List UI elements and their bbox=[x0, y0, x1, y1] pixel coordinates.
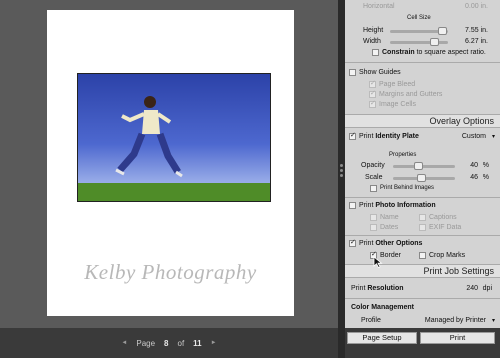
image-cells-label: Image Cells bbox=[379, 101, 416, 108]
of-label: of bbox=[177, 338, 185, 348]
print-other-bold-text: Other Options bbox=[375, 240, 423, 247]
name-label: Name bbox=[380, 214, 399, 221]
print-button[interactable]: Print bbox=[420, 332, 495, 344]
page-navigator: ◄ Page 8 of 11 ► bbox=[0, 328, 338, 358]
width-value[interactable]: 6.27 in. bbox=[465, 38, 488, 45]
dates-label: Dates bbox=[380, 224, 399, 231]
separator bbox=[345, 62, 500, 63]
opacity-label: Opacity bbox=[361, 162, 385, 169]
separator bbox=[345, 235, 500, 236]
constrain-label: Constrain to square aspect ratio. bbox=[382, 49, 486, 56]
print-identity-plate-label: Print Identity Plate bbox=[359, 133, 419, 140]
print-resolution-plain-text: Print bbox=[351, 285, 368, 292]
captions-checkbox[interactable] bbox=[419, 214, 426, 221]
crop-marks-label: Crop Marks bbox=[429, 252, 466, 259]
horizontal-label: Horizontal bbox=[363, 3, 395, 10]
margins-gutters-checkbox[interactable] bbox=[369, 89, 376, 98]
print-page: Kelby Photography bbox=[47, 10, 294, 316]
scale-value[interactable]: 46 bbox=[470, 174, 478, 181]
width-label: Width bbox=[363, 38, 381, 45]
scale-unit: % bbox=[482, 174, 489, 181]
grip-dot-icon bbox=[340, 174, 343, 177]
show-guides-label: Show Guides bbox=[359, 69, 401, 76]
height-label: Height bbox=[363, 27, 384, 34]
chevron-down-icon[interactable]: ▾ bbox=[492, 317, 495, 324]
height-slider[interactable] bbox=[390, 27, 448, 35]
scale-label: Scale bbox=[365, 174, 383, 181]
name-checkbox[interactable] bbox=[370, 214, 377, 221]
print-other-plain-text: Print bbox=[359, 240, 376, 247]
overlay-options-header[interactable]: Overlay Options bbox=[345, 114, 500, 128]
mouse-cursor-icon bbox=[373, 256, 383, 268]
previous-page-icon[interactable]: ◄ bbox=[121, 340, 127, 346]
print-behind-images-label: Print Behind Images bbox=[380, 185, 435, 191]
constrain-rest-text: to square aspect ratio. bbox=[414, 49, 486, 56]
opacity-slider[interactable] bbox=[393, 162, 455, 170]
photo-image-cell[interactable] bbox=[77, 73, 271, 202]
width-slider[interactable] bbox=[390, 38, 448, 46]
page-count: 11 bbox=[193, 338, 202, 348]
properties-label: Properties bbox=[389, 152, 417, 158]
exif-data-checkbox[interactable] bbox=[419, 224, 426, 231]
next-page-icon[interactable]: ► bbox=[211, 340, 217, 346]
border-label: Border bbox=[380, 252, 402, 259]
print-behind-images-checkbox[interactable] bbox=[370, 185, 377, 192]
chevron-down-icon[interactable]: ▾ bbox=[492, 133, 495, 140]
opacity-unit: % bbox=[482, 162, 489, 169]
print-job-settings-header[interactable]: Print Job Settings bbox=[345, 264, 500, 278]
opacity-slider-knob[interactable] bbox=[414, 162, 423, 170]
height-value[interactable]: 7.55 in. bbox=[465, 27, 488, 34]
separator bbox=[345, 298, 500, 299]
captions-label: Captions bbox=[429, 214, 457, 221]
page-bleed-label: Page Bleed bbox=[379, 81, 416, 88]
profile-label: Profile bbox=[361, 317, 381, 324]
print-identity-plain-text: Print bbox=[359, 133, 376, 140]
jumping-woman-photo bbox=[78, 96, 270, 201]
height-slider-knob[interactable] bbox=[438, 27, 447, 35]
separator bbox=[345, 197, 500, 198]
print-photo-info-checkbox[interactable] bbox=[349, 202, 356, 209]
image-cells-checkbox[interactable] bbox=[369, 99, 376, 108]
print-other-options-checkbox[interactable] bbox=[349, 238, 356, 247]
constrain-checkbox[interactable] bbox=[372, 49, 379, 56]
show-guides-checkbox[interactable] bbox=[349, 69, 356, 76]
crop-marks-checkbox[interactable] bbox=[419, 252, 426, 259]
profile-dropdown[interactable]: Managed by Printer bbox=[425, 317, 486, 324]
grip-dot-icon bbox=[340, 164, 343, 167]
cell-size-label: Cell Size bbox=[407, 15, 431, 21]
width-slider-knob[interactable] bbox=[430, 38, 439, 46]
print-buttons-bar: Page Setup Print bbox=[345, 328, 500, 358]
print-settings-panel: Horizontal 0.00 in. Cell Size Height 7.5… bbox=[345, 0, 500, 328]
margins-gutters-label: Margins and Gutters bbox=[379, 91, 443, 98]
constrain-bold-text: Constrain bbox=[382, 49, 415, 56]
print-resolution-bold-text: Resolution bbox=[367, 285, 404, 292]
color-management-label: Color Management bbox=[351, 304, 415, 311]
horizontal-value: 0.00 in. bbox=[465, 3, 488, 10]
resolution-value[interactable]: 240 bbox=[466, 285, 478, 292]
print-preview-area: Kelby Photography bbox=[0, 0, 338, 328]
panel-divider-handle[interactable] bbox=[338, 0, 345, 358]
dates-checkbox[interactable] bbox=[370, 224, 377, 231]
print-photo-info-bold-text: Photo Information bbox=[375, 202, 436, 209]
opacity-value[interactable]: 40 bbox=[470, 162, 478, 169]
exif-data-label: EXIF Data bbox=[429, 224, 462, 231]
print-photo-info-plain-text: Print bbox=[359, 202, 376, 209]
identity-plate-overlay[interactable]: Kelby Photography bbox=[47, 260, 294, 285]
print-identity-plate-checkbox[interactable] bbox=[349, 131, 356, 140]
print-other-options-label: Print Other Options bbox=[359, 240, 422, 247]
grip-dot-icon bbox=[340, 169, 343, 172]
page-setup-button[interactable]: Page Setup bbox=[347, 332, 417, 344]
print-resolution-label: Print Resolution bbox=[351, 285, 404, 292]
current-page-number: 8 bbox=[164, 338, 169, 348]
page-bleed-checkbox[interactable] bbox=[369, 79, 376, 88]
print-photo-info-label: Print Photo Information bbox=[359, 202, 436, 209]
page-label: Page bbox=[136, 338, 156, 348]
identity-plate-dropdown[interactable]: Custom bbox=[462, 133, 486, 140]
scale-slider[interactable] bbox=[393, 174, 455, 182]
print-identity-bold-text: Identity Plate bbox=[375, 133, 419, 140]
scale-slider-knob[interactable] bbox=[417, 174, 426, 182]
resolution-unit: dpi bbox=[482, 285, 492, 292]
